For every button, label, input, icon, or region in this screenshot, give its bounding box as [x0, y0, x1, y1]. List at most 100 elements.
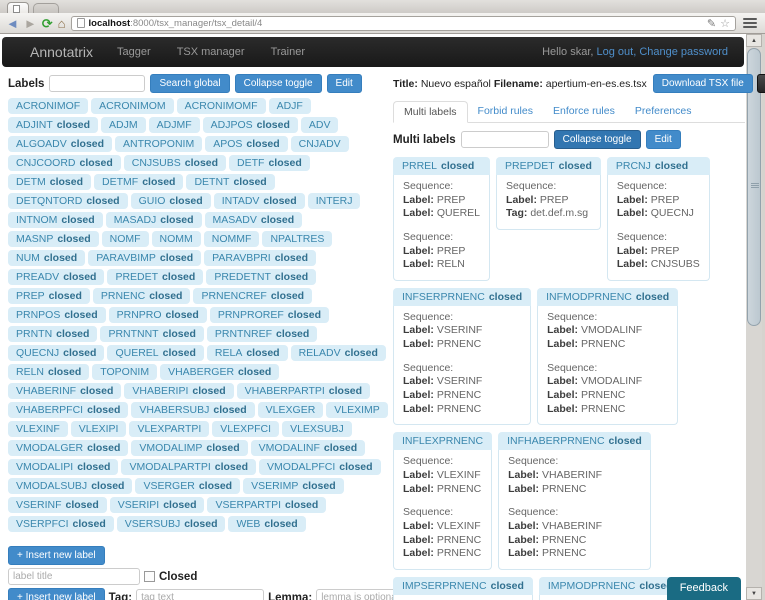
label-chip[interactable]: RELAclosed — [207, 345, 288, 361]
address-bar[interactable]: localhost:8000/tsx_manager/tsx_detail/4 … — [71, 16, 736, 31]
label-chip[interactable]: ADV — [301, 117, 339, 133]
url-text[interactable]: localhost:8000/tsx_manager/tsx_detail/4 — [89, 18, 703, 29]
label-chip[interactable]: GUIOclosed — [131, 193, 211, 209]
collapse-toggle-button[interactable]: Collapse toggle — [235, 74, 322, 93]
multi-labels-search-input[interactable] — [461, 131, 549, 148]
home-icon[interactable]: ⌂ — [58, 17, 66, 30]
label-chip[interactable]: PARAVBIMPclosed — [88, 250, 201, 266]
label-title-input[interactable] — [8, 568, 140, 585]
label-chip[interactable]: VHABERSUBJclosed — [131, 402, 254, 418]
label-chip[interactable]: RELNclosed — [8, 364, 89, 380]
label-chip[interactable]: VSERPARTPIclosed — [207, 497, 326, 513]
label-chip[interactable]: VMODALSUBJclosed — [8, 478, 132, 494]
rule-card-header[interactable]: PRCNJclosed — [607, 157, 710, 175]
browser-tab[interactable] — [7, 2, 29, 13]
label-chip[interactable]: ALGOADVclosed — [8, 136, 112, 152]
label-chip[interactable]: VLEXIMP — [326, 402, 388, 418]
nav-link-tagger[interactable]: Tagger — [117, 46, 151, 58]
label-chip[interactable]: VMODALPARTPIclosed — [121, 459, 256, 475]
download-tsx-button[interactable]: Download TSX file — [653, 74, 753, 93]
bookmark-star-icon[interactable]: ☆ — [720, 17, 730, 30]
new-tab-button[interactable] — [33, 3, 59, 13]
tab-preferences[interactable]: Preferences — [625, 101, 702, 122]
label-chip[interactable]: ADJINTclosed — [8, 117, 98, 133]
label-chip[interactable]: INTADVclosed — [214, 193, 305, 209]
tab-multi-labels[interactable]: Multi labels — [393, 101, 468, 123]
label-chip[interactable]: DETNTclosed — [186, 174, 274, 190]
label-chip[interactable]: ANTROPONIM — [115, 136, 202, 152]
label-chip[interactable]: PRNPROclosed — [109, 307, 207, 323]
label-chip[interactable]: VSERINFclosed — [8, 497, 107, 513]
tag-input[interactable] — [136, 589, 264, 600]
forward-icon[interactable]: ► — [24, 17, 37, 30]
label-chip[interactable]: VSERIMPclosed — [243, 478, 344, 494]
label-chip[interactable]: NOMMF — [204, 231, 260, 247]
label-chip[interactable]: VHABERIPIclosed — [124, 383, 233, 399]
label-chip[interactable]: INTNOMclosed — [8, 212, 103, 228]
logout-link[interactable]: Log out, — [597, 46, 637, 58]
label-chip[interactable]: PRNTNREFclosed — [207, 326, 317, 342]
label-chip[interactable]: VMODALIPIclosed — [8, 459, 118, 475]
rule-card-header[interactable]: INFHABERPRNENCclosed — [498, 432, 651, 450]
label-chip[interactable]: VMODALIMPclosed — [131, 440, 247, 456]
label-chip[interactable]: VMODALINFclosed — [251, 440, 366, 456]
insert-new-label-button[interactable]: + Insert new label — [8, 546, 105, 565]
rule-card-header[interactable]: INFMODPRNENCclosed — [537, 288, 678, 306]
label-chip[interactable]: VSERIPIclosed — [110, 497, 205, 513]
rule-card-header[interactable]: INFSERPRNENCclosed — [393, 288, 531, 306]
label-chip[interactable]: DETMclosed — [8, 174, 91, 190]
label-chip[interactable]: DETFclosed — [229, 155, 310, 171]
label-chip[interactable]: VMODALGERclosed — [8, 440, 128, 456]
label-chip[interactable]: ACRONIMOF — [8, 98, 88, 114]
label-chip[interactable]: PRNTNclosed — [8, 326, 97, 342]
label-chip[interactable]: NOMM — [152, 231, 201, 247]
labels-search-input[interactable] — [49, 75, 145, 92]
label-chip[interactable]: TOPONIM — [92, 364, 157, 380]
back-icon[interactable]: ◄ — [6, 17, 19, 30]
label-chip[interactable]: ADJM — [101, 117, 146, 133]
label-chip[interactable]: PREDETNTclosed — [206, 269, 316, 285]
label-chip[interactable]: WEBclosed — [228, 516, 305, 532]
search-global-button[interactable]: Search global — [150, 74, 229, 93]
label-chip[interactable]: APOSclosed — [205, 136, 287, 152]
label-chip[interactable]: PRNENCREFclosed — [193, 288, 312, 304]
reload-icon[interactable]: ⟳ — [42, 17, 53, 30]
label-chip[interactable]: ACRONIMOMF — [177, 98, 266, 114]
label-chip[interactable]: ADJPOSclosed — [203, 117, 298, 133]
label-chip[interactable]: VHABERPFCIclosed — [8, 402, 128, 418]
ml-collapse-toggle-button[interactable]: Collapse toggle — [554, 130, 641, 149]
label-chip[interactable]: VSERPFCIclosed — [8, 516, 114, 532]
label-chip[interactable]: PREDETclosed — [107, 269, 203, 285]
label-chip[interactable]: PRNPROREFclosed — [210, 307, 329, 323]
closed-checkbox[interactable] — [144, 571, 155, 582]
label-chip[interactable]: VSERGERclosed — [135, 478, 240, 494]
label-chip[interactable]: VHABERGERclosed — [160, 364, 279, 380]
label-chip[interactable]: DETQNTORDclosed — [8, 193, 128, 209]
nav-link-trainer[interactable]: Trainer — [271, 46, 305, 58]
label-chip[interactable]: VLEXGER — [258, 402, 324, 418]
rule-card-header[interactable]: IMPMODPRNENCclosed — [539, 577, 682, 595]
label-chip[interactable]: NPALTRES — [262, 231, 332, 247]
label-chip[interactable]: CNJSUBSclosed — [124, 155, 226, 171]
label-chip[interactable]: PRNENCclosed — [93, 288, 191, 304]
label-chip[interactable]: MASADVclosed — [205, 212, 303, 228]
label-chip[interactable]: VSERSUBJclosed — [117, 516, 226, 532]
browser-menu-icon[interactable] — [741, 16, 759, 30]
label-chip[interactable]: QUECNJclosed — [8, 345, 104, 361]
label-chip[interactable]: CNJADV — [291, 136, 349, 152]
rule-card-header[interactable]: PREPDETclosed — [496, 157, 601, 175]
label-chip[interactable]: CNJCOORDclosed — [8, 155, 121, 171]
vertical-scrollbar[interactable]: ▲ ▼ — [746, 34, 762, 600]
label-chip[interactable]: VLEXIPI — [71, 421, 127, 437]
label-chip[interactable]: MASADJclosed — [106, 212, 202, 228]
label-chip[interactable]: VHABERPARTPIclosed — [237, 383, 370, 399]
change-password-link[interactable]: Change password — [639, 46, 728, 58]
label-chip[interactable]: INTERJ — [308, 193, 361, 209]
label-chip[interactable]: PRNPOSclosed — [8, 307, 106, 323]
label-chip[interactable]: ACRONIMOM — [91, 98, 174, 114]
label-chip[interactable]: DETMFclosed — [94, 174, 183, 190]
pencil-icon[interactable]: ✎ — [707, 17, 716, 30]
label-chip[interactable]: RELADVclosed — [291, 345, 386, 361]
edit-button[interactable]: Edit — [327, 74, 362, 93]
label-chip[interactable]: VMODALPFCIclosed — [259, 459, 381, 475]
